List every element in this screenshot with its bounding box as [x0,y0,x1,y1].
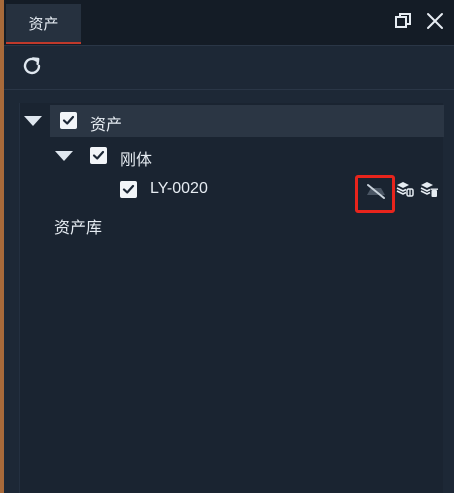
expand-toggle-rigid-body[interactable] [55,151,73,161]
layer-delete-button[interactable] [418,180,440,202]
tab-bar: 资产 [4,0,454,46]
refresh-icon [20,54,44,83]
checkbox-ly-0020[interactable] [120,181,137,198]
tab-assets[interactable]: 资产 [6,4,81,44]
checkbox-assets[interactable] [60,112,77,129]
layer-add-icon [395,179,415,204]
visibility-toggle-button[interactable] [363,182,389,204]
visibility-off-icon [365,182,387,205]
toolbar [4,46,454,90]
tree-row-asset-library[interactable]: 资产库 [20,207,444,239]
layer-add-button[interactable] [394,180,416,202]
restore-window-icon [394,12,412,35]
asset-panel: 资产 资产 刚体 LY-0020 资产库 [0,0,454,493]
expand-toggle-assets[interactable] [24,116,42,126]
close-button[interactable] [424,12,446,34]
close-icon [426,12,444,35]
tree-label-asset-library: 资产库 [54,220,103,237]
refresh-button[interactable] [18,54,46,82]
layer-delete-icon [419,179,439,204]
tree-label-rigid-body: 刚体 [120,152,153,169]
checkbox-rigid-body[interactable] [90,147,107,164]
tree-row-rigid-body[interactable]: 刚体 [20,139,444,171]
tree-row-assets[interactable]: 资产 [24,105,444,137]
tree-label-assets: 资产 [90,117,123,134]
restore-window-button[interactable] [392,12,414,34]
tree-label-ly-0020: LY-0020 [150,180,208,197]
asset-tree: 资产 刚体 LY-0020 资产库 [19,103,444,493]
